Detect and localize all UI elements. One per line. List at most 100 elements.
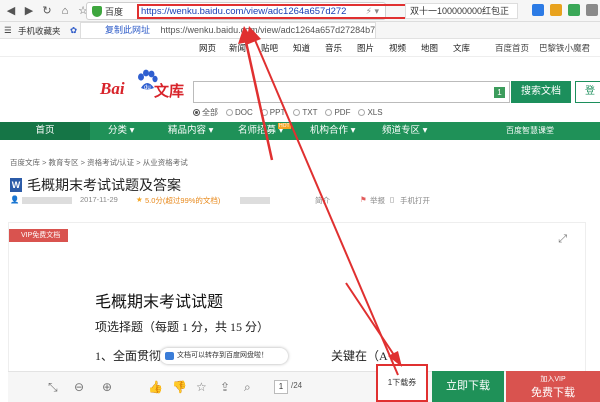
doc-heading: 毛概期末考试试题 xyxy=(95,294,224,311)
bookmarks-icon[interactable]: ☰ xyxy=(4,25,12,36)
green-nav-home[interactable]: 首页 xyxy=(0,122,90,140)
baidu-paw-icon[interactable]: ✿ xyxy=(70,25,77,36)
nav-map[interactable]: 地图 xyxy=(421,42,438,54)
doc-rating: 5.0分(超过99%的文档) xyxy=(145,196,221,205)
green-nav-teachers[interactable]: 名师招募 ▾ xyxy=(238,122,283,140)
favorite-icon[interactable]: ☆ xyxy=(196,380,207,394)
filter-xls[interactable]: XLS xyxy=(358,107,383,118)
view-count xyxy=(240,197,270,204)
filter-label: PDF xyxy=(334,108,351,117)
vip-free-download-button[interactable]: 加入VIP 免费下载 xyxy=(506,371,600,402)
nav-label: 名师招募 xyxy=(238,125,277,136)
report-icon[interactable]: ⚑ xyxy=(360,195,367,204)
logo-wenku: 文库 xyxy=(154,83,185,100)
lightning-icon[interactable]: ⚡ ▾ xyxy=(366,6,379,17)
filter-doc[interactable]: DOC xyxy=(226,107,253,118)
filter-txt[interactable]: TXT xyxy=(293,107,317,118)
hot-badge: HOT xyxy=(278,123,291,129)
browser-search-input[interactable]: 双十一100000000红包正 xyxy=(405,3,518,19)
nav-label: 机构合作 xyxy=(310,125,349,136)
doc-mobile[interactable]: 手机打开 xyxy=(400,195,430,206)
save-to-pan-toast[interactable]: 文档可以转存到百度网盘啦！ xyxy=(160,348,288,364)
dropdown-url[interactable]: https://wenku.baidu.com/view/adc1264a657… xyxy=(161,25,375,35)
nav-web[interactable]: 网页 xyxy=(199,42,216,54)
breadcrumb[interactable]: 百度文库 > 教育专区 > 资格考试/认证 > 从业资格考试 xyxy=(10,157,188,168)
doc-date: 2017-11-29 xyxy=(80,195,118,204)
nav-zhidao[interactable]: 知道 xyxy=(293,42,310,54)
green-nav-channels[interactable]: 频道专区 ▾ xyxy=(382,122,427,140)
filter-label: DOC xyxy=(235,108,253,117)
zoom-in-icon[interactable]: ⊕ xyxy=(102,380,112,394)
secure-shield-icon xyxy=(92,5,102,17)
filter-all[interactable]: 全部 xyxy=(193,107,218,118)
vip-free-label: 免费下载 xyxy=(531,387,575,399)
dislike-icon[interactable]: 👎 xyxy=(172,380,187,394)
scissors-icon[interactable] xyxy=(568,4,580,16)
radio-icon xyxy=(260,109,268,116)
phone-icon[interactable]: ▯ xyxy=(390,195,394,204)
logo-du: du xyxy=(144,85,151,91)
page-number-input[interactable]: 1 xyxy=(274,380,288,394)
filter-label: PPT xyxy=(269,108,286,117)
green-nav-category[interactable]: 分类 ▾ xyxy=(108,122,134,140)
download-now-button[interactable]: 立即下载 xyxy=(432,371,504,402)
vip-free-tag: VIP免费文档 xyxy=(9,229,69,242)
menu-icon[interactable] xyxy=(586,4,598,16)
nav-label: 频道专区 xyxy=(382,125,421,136)
secondary-button[interactable]: 登 xyxy=(575,81,600,103)
copy-url-link[interactable]: 复制此网址 xyxy=(105,25,150,35)
nav-wenku[interactable]: 文库 xyxy=(453,42,470,54)
doc-line1: 项选择题（每题 1 分，共 15 分） xyxy=(95,320,270,334)
author-name xyxy=(22,197,72,204)
page-title: 毛概期末考试试题及答案 xyxy=(27,177,181,193)
radio-icon xyxy=(193,109,200,116)
wenku-logo[interactable]: Bai du 文库 xyxy=(100,69,190,103)
toast-text: 文档可以转存到百度网盘啦！ xyxy=(177,352,268,359)
extension-icon[interactable] xyxy=(532,4,544,16)
doc-line2-head: 1、全面贯彻 xyxy=(95,349,162,363)
filter-label: XLS xyxy=(367,108,383,117)
green-nav-partners[interactable]: 机构合作 ▾ xyxy=(310,122,355,140)
bookmark-mobile[interactable]: 手机收藏夹 xyxy=(18,25,61,37)
nav-images[interactable]: 图片 xyxy=(357,42,374,54)
collapse-icon[interactable]: ⤡ xyxy=(48,380,58,395)
url-dropdown[interactable]: 复制此网址 https://wenku.baidu.com/view/adc12… xyxy=(80,22,376,39)
green-nav-smart-class[interactable]: 百度智慧课堂 xyxy=(506,122,554,140)
radio-icon xyxy=(293,109,301,116)
extension-icon[interactable] xyxy=(550,4,562,16)
zoom-out-icon[interactable]: ⊖ xyxy=(74,380,84,394)
nav-label: 分类 xyxy=(108,125,128,136)
doc-line2-tail: 关键在（A ） xyxy=(331,349,403,363)
radio-icon xyxy=(358,109,366,116)
nav-news[interactable]: 新闻 xyxy=(229,42,246,54)
nav-username[interactable]: 巴黎铁小魔君 xyxy=(539,42,590,54)
filetype-filters: 全部 DOC PPT TXT PDF XLS xyxy=(193,107,383,118)
search-docs-button[interactable]: 搜索文档 xyxy=(511,81,571,103)
share-icon[interactable]: ⇪ xyxy=(220,380,230,394)
back-icon[interactable]: ◀ xyxy=(4,4,18,18)
nav-video[interactable]: 视频 xyxy=(389,42,406,54)
forward-icon[interactable]: ▶ xyxy=(22,4,36,18)
word-doc-icon: W xyxy=(10,178,22,192)
home-icon[interactable]: ⌂ xyxy=(58,4,72,18)
search-icon[interactable]: ⌕ xyxy=(244,380,251,395)
star-icon: ★ xyxy=(136,195,143,204)
fullscreen-icon[interactable]: ⤢ xyxy=(558,233,567,246)
reload-icon[interactable]: ↻ xyxy=(40,4,54,18)
nav-music[interactable]: 音乐 xyxy=(325,42,342,54)
baidu-pan-icon xyxy=(165,352,174,360)
like-icon[interactable]: 👍 xyxy=(148,380,163,394)
filter-ppt[interactable]: PPT xyxy=(260,107,286,118)
doc-brief[interactable]: 简介 xyxy=(315,195,330,206)
wenku-search-input[interactable]: 1 xyxy=(193,81,510,103)
nav-baidu-home[interactable]: 百度首页 xyxy=(495,42,529,54)
nav-label: 精品内容 xyxy=(168,125,207,136)
url-text[interactable]: https://wenku.baidu.com/view/adc1264a657… xyxy=(137,4,433,19)
baidu-top-nav: 网页 新闻 贴吧 知道 音乐 图片 视频 地图 文库 百度首页 巴黎铁小魔君 xyxy=(0,39,600,57)
address-bar[interactable]: 百度 https://wenku.baidu.com/view/adc1264a… xyxy=(86,2,433,20)
download-ticket: 1下载券 xyxy=(376,364,428,402)
doc-report[interactable]: 举报 xyxy=(370,195,385,206)
nav-tieba[interactable]: 贴吧 xyxy=(261,42,278,54)
green-nav-premium[interactable]: 精品内容 ▾ xyxy=(168,122,213,140)
filter-pdf[interactable]: PDF xyxy=(325,107,350,118)
